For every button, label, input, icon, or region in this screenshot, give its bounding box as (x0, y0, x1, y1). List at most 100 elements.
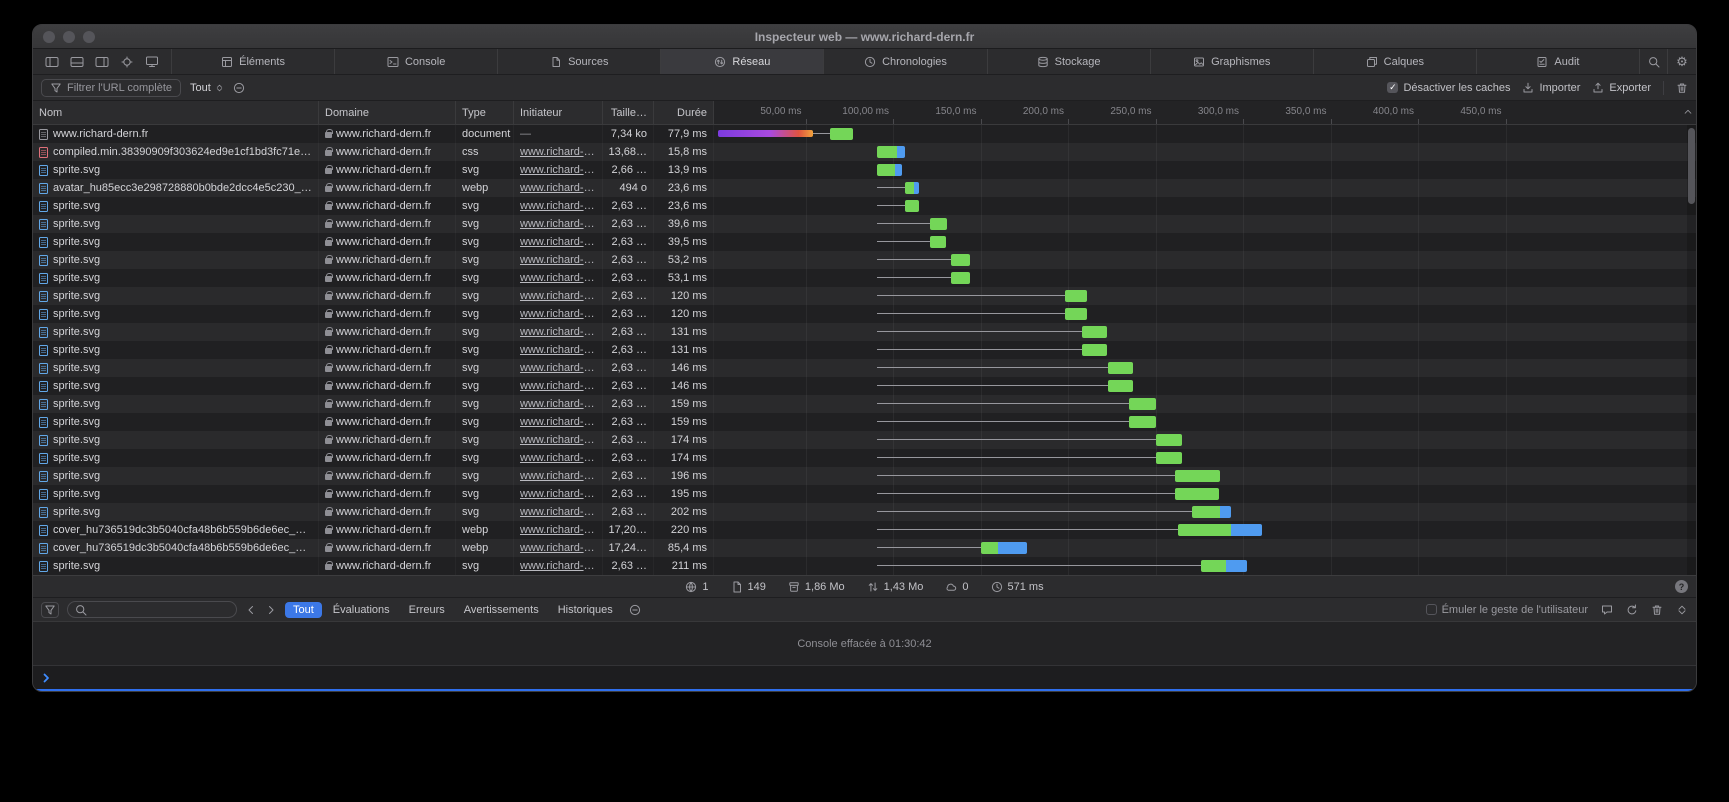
settings-button[interactable]: ⚙ (1668, 49, 1696, 74)
console-bubble-icon[interactable] (1601, 604, 1613, 616)
tab-sources[interactable]: Sources (498, 49, 661, 74)
initiator-link[interactable]: www.richard-d… (520, 308, 596, 320)
tab-timelines[interactable]: Chronologies (824, 49, 987, 74)
next-result-button[interactable] (265, 604, 277, 616)
initiator-link[interactable]: www.richard-d… (520, 326, 596, 338)
column-header-duree[interactable]: Durée (654, 101, 714, 124)
expand-console-icon[interactable] (1676, 604, 1688, 616)
table-row[interactable]: sprite.svgwww.richard-dern.frsvgwww.rich… (33, 557, 1696, 575)
tab-elements[interactable]: Éléments (172, 49, 335, 74)
console-filter-icon[interactable] (41, 602, 59, 618)
table-row[interactable]: cover_hu736519dc3b5040cfa48b6b559b6de6ec… (33, 521, 1696, 539)
console-scope-historiques[interactable]: Historiques (550, 602, 621, 618)
emulate-user-gesture-checkbox[interactable]: Émuler le geste de l'utilisateur (1426, 604, 1588, 616)
device-icon[interactable] (145, 56, 159, 68)
zoom-button[interactable] (83, 31, 95, 43)
console-scope-tout[interactable]: Tout (285, 602, 322, 618)
table-row[interactable]: sprite.svgwww.richard-dern.frsvgwww.rich… (33, 413, 1696, 431)
initiator-link[interactable]: www.richard-d… (520, 488, 596, 500)
initiator-link[interactable]: www.richard-d… (520, 236, 596, 248)
table-row[interactable]: sprite.svgwww.richard-dern.frsvgwww.rich… (33, 233, 1696, 251)
reload-icon[interactable] (1626, 604, 1638, 616)
initiator-link[interactable]: www.richard-d… (520, 164, 596, 176)
table-row[interactable]: sprite.svgwww.richard-dern.frsvgwww.rich… (33, 341, 1696, 359)
table-row[interactable]: sprite.svgwww.richard-dern.frsvgwww.rich… (33, 215, 1696, 233)
initiator-link[interactable]: www.richard-d… (520, 218, 596, 230)
dock-right-icon[interactable] (95, 56, 109, 68)
console-search-input[interactable] (67, 601, 237, 618)
close-button[interactable] (43, 31, 55, 43)
tab-layers[interactable]: Calques (1314, 49, 1477, 74)
initiator-link[interactable]: www.richard-d… (520, 182, 596, 194)
table-row[interactable]: sprite.svgwww.richard-dern.frsvgwww.rich… (33, 287, 1696, 305)
issues-filter-icon[interactable] (233, 82, 245, 94)
initiator-link[interactable]: www.richard-d… (520, 416, 596, 428)
table-row[interactable]: sprite.svgwww.richard-dern.frsvgwww.rich… (33, 467, 1696, 485)
initiator-link[interactable]: www.richard-d… (520, 344, 596, 356)
tab-audit[interactable]: Audit (1477, 49, 1640, 74)
table-row[interactable]: sprite.svgwww.richard-dern.frsvgwww.rich… (33, 161, 1696, 179)
table-row[interactable]: avatar_hu85ecc3e298728880b0bde2dcc4e5c23… (33, 179, 1696, 197)
scrollbar-thumb[interactable] (1688, 128, 1695, 204)
column-header-domaine[interactable]: Domaine (319, 101, 456, 124)
table-row[interactable]: compiled.min.38390909f303624ed9e1cf1bd3f… (33, 143, 1696, 161)
initiator-link[interactable]: www.richard-d… (520, 398, 596, 410)
resource-type-select[interactable]: Tout (190, 82, 224, 94)
table-row[interactable]: sprite.svgwww.richard-dern.frsvgwww.rich… (33, 431, 1696, 449)
tab-console[interactable]: Console (335, 49, 498, 74)
table-row[interactable]: sprite.svgwww.richard-dern.frsvgwww.rich… (33, 251, 1696, 269)
initiator-link[interactable]: www.richard-d… (520, 290, 596, 302)
titlebar[interactable]: Inspecteur web — www.richard-dern.fr (33, 25, 1696, 49)
url-filter-input[interactable]: Filtrer l'URL complète (41, 79, 181, 97)
initiator-link[interactable]: www.richard-d… (520, 380, 596, 392)
console-scope-avertissements[interactable]: Avertissements (456, 602, 547, 618)
help-button[interactable]: ? (1675, 580, 1688, 593)
column-header-nom[interactable]: Nom (33, 101, 319, 124)
initiator-link[interactable]: www.richard-d… (520, 254, 596, 266)
column-header-taille[interactable]: Taille… (603, 101, 654, 124)
minimize-button[interactable] (63, 31, 75, 43)
import-button[interactable]: Importer (1522, 82, 1580, 94)
table-row[interactable]: sprite.svgwww.richard-dern.frsvgwww.rich… (33, 269, 1696, 287)
initiator-link[interactable]: www.richard-d… (520, 506, 596, 518)
initiator-link[interactable]: www.richard-d… (520, 200, 596, 212)
disable-caches-checkbox[interactable]: ✓ Désactiver les caches (1387, 82, 1510, 94)
console-scope-erreurs[interactable]: Erreurs (401, 602, 453, 618)
initiator-link[interactable]: www.richard-d… (520, 434, 596, 446)
initiator-link[interactable]: www.richard-d… (520, 524, 596, 536)
clear-console-button[interactable] (1651, 604, 1663, 616)
table-row[interactable]: sprite.svgwww.richard-dern.frsvgwww.rich… (33, 197, 1696, 215)
initiator-link[interactable]: www.richard-d… (520, 272, 596, 284)
export-button[interactable]: Exporter (1592, 82, 1651, 94)
dock-bottom-icon[interactable] (70, 56, 84, 68)
initiator-link[interactable]: www.richard-d… (520, 452, 596, 464)
column-header-type[interactable]: Type (456, 101, 514, 124)
search-button[interactable] (1640, 49, 1668, 74)
initiator-link[interactable]: www.richard-d… (520, 362, 596, 374)
table-row[interactable]: cover_hu736519dc3b5040cfa48b6b559b6de6ec… (33, 539, 1696, 557)
table-row[interactable]: sprite.svgwww.richard-dern.frsvgwww.rich… (33, 323, 1696, 341)
table-row[interactable]: sprite.svgwww.richard-dern.frsvgwww.rich… (33, 359, 1696, 377)
table-row[interactable]: sprite.svgwww.richard-dern.frsvgwww.rich… (33, 503, 1696, 521)
initiator-link[interactable]: www.richard-d… (520, 146, 596, 158)
table-row[interactable]: sprite.svgwww.richard-dern.frsvgwww.rich… (33, 485, 1696, 503)
initiator-link[interactable]: www.richard-d… (520, 470, 596, 482)
table-row[interactable]: sprite.svgwww.richard-dern.frsvgwww.rich… (33, 449, 1696, 467)
tab-graphics[interactable]: Graphismes (1151, 49, 1314, 74)
console-prompt[interactable] (33, 665, 1696, 691)
table-row[interactable]: www.richard-dern.frwww.richard-dern.frdo… (33, 125, 1696, 143)
initiator-link[interactable]: www.richard-d… (520, 542, 596, 554)
table-row[interactable]: sprite.svgwww.richard-dern.frsvgwww.rich… (33, 395, 1696, 413)
column-header-initiateur[interactable]: Initiateur (514, 101, 603, 124)
element-picker-icon[interactable] (120, 56, 134, 68)
dock-left-icon[interactable] (45, 56, 59, 68)
scroll-up-icon[interactable] (1683, 107, 1693, 117)
previous-result-button[interactable] (245, 604, 257, 616)
console-scope-évaluations[interactable]: Évaluations (325, 602, 398, 618)
table-row[interactable]: sprite.svgwww.richard-dern.frsvgwww.rich… (33, 377, 1696, 395)
tab-network[interactable]: Réseau (661, 49, 824, 74)
clear-network-button[interactable] (1676, 82, 1688, 94)
table-row[interactable]: sprite.svgwww.richard-dern.frsvgwww.rich… (33, 305, 1696, 323)
console-issues-icon[interactable] (629, 604, 641, 616)
initiator-link[interactable]: www.richard-d… (520, 560, 596, 572)
